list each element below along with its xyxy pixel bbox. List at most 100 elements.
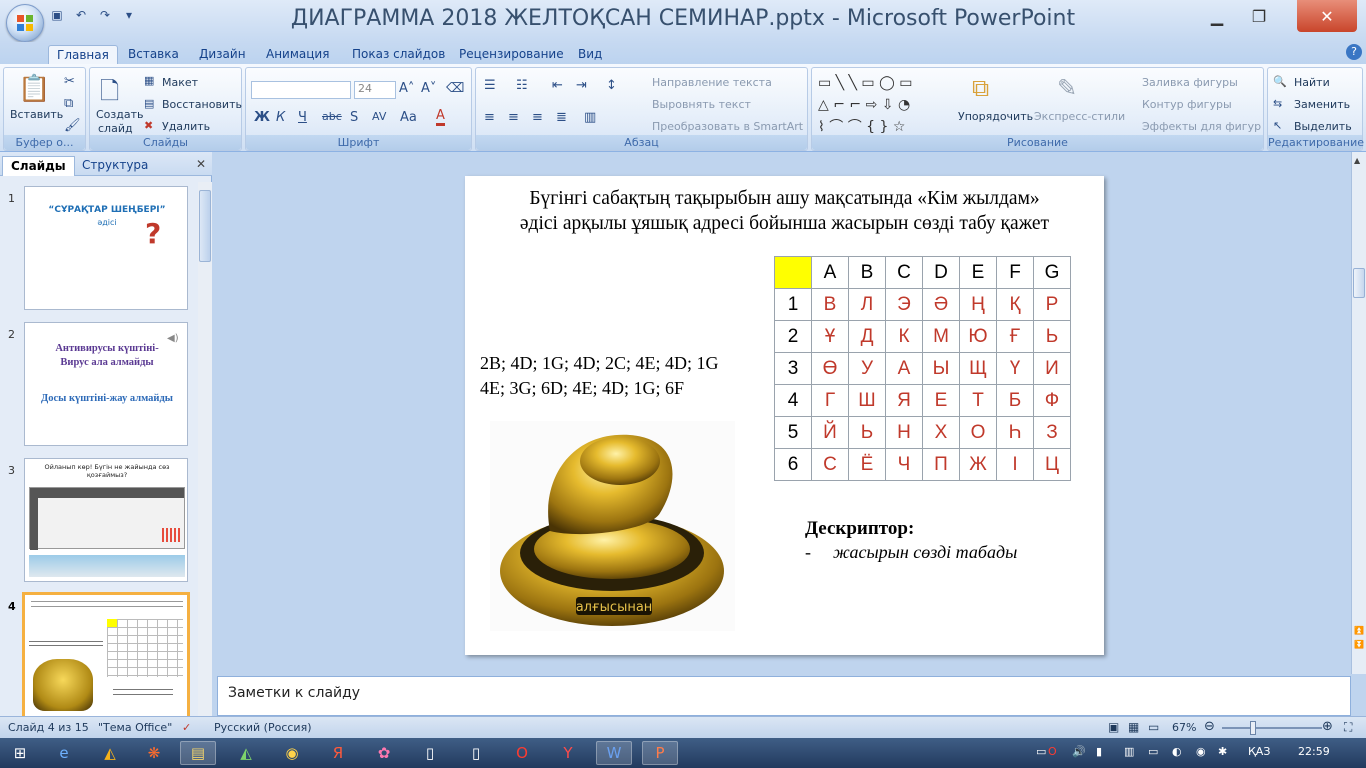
customize-qat-icon[interactable]: ▾ [120,7,138,23]
tab-design[interactable]: Дизайн [191,45,254,64]
scroll-up-icon[interactable]: ▲ [1354,156,1360,165]
app-icon[interactable]: ◭ [228,741,264,765]
slide-title[interactable]: Бүгінгі сабақтың тақырыбын ашу мақсатынд… [473,186,1096,236]
numbering-icon[interactable]: ☷ [516,78,528,93]
tab-view[interactable]: Вид [570,45,610,64]
maximize-button[interactable]: ❐ [1238,0,1280,32]
arrange-button[interactable]: Упорядочить [958,110,1033,123]
close-button[interactable]: ✕ [1297,0,1357,32]
yandex-icon[interactable]: Я [320,741,356,765]
tab-animation[interactable]: Анимация [258,45,337,64]
slides-panel-scrollbar[interactable] [198,182,212,716]
chrome-icon[interactable]: ◉ [274,741,310,765]
save-icon[interactable]: ▣ [48,7,66,23]
format-painter-icon[interactable]: 🖌 [64,118,81,133]
tray-opera-icon[interactable]: O [1048,745,1057,758]
spacing-icon[interactable]: AV [372,110,386,123]
cell-codes[interactable]: 2B; 4D; 1G; 4D; 2C; 4E; 4D; 1G 4E; 3G; 6… [480,351,719,401]
prev-slide-icon[interactable]: ⏫ [1354,626,1364,635]
redo-icon[interactable]: ↷ [96,7,114,23]
bold-icon[interactable]: Ж [254,110,270,125]
layout-button[interactable]: Макет [162,76,198,89]
zoom-in-icon[interactable]: ⊕ [1322,719,1333,734]
new-slide-button-line2[interactable]: слайд [98,122,133,135]
delete-button[interactable]: Удалить [162,120,210,133]
document-icon[interactable]: ▯ [412,741,448,765]
find-button[interactable]: Найти [1294,76,1330,89]
text-direction-button[interactable]: Направление текста [652,76,772,89]
slide[interactable]: Бүгінгі сабақтың тақырыбын ашу мақсатынд… [465,176,1104,655]
opera-icon[interactable]: O [504,741,540,765]
award-image[interactable]: алғысынан [490,421,735,631]
tab-insert[interactable]: Вставка [120,45,187,64]
slideshow-view-icon[interactable]: ▭ [1148,720,1159,734]
select-button[interactable]: Выделить [1294,120,1352,133]
arrange-icon[interactable]: ⧉ [972,74,989,102]
tray-icon[interactable]: ▭ [1148,745,1158,758]
app-icon[interactable]: ◭ [92,741,128,765]
quick-styles-icon[interactable]: ✎ [1057,74,1077,102]
tray-icon[interactable]: ✱ [1218,745,1227,758]
letter-grid[interactable]: ABCDEFG1ВЛЭӘҢҚР2ҰДКМЮҒЬ3ӨУАЫЩҮИ4ГШЯЕТБФ5… [774,256,1071,481]
clear-format-icon[interactable]: ⌫ [446,81,464,96]
align-left-icon[interactable]: ≡ [484,110,495,125]
line-spacing-icon[interactable]: ↕ [606,78,617,93]
tray-icon[interactable]: ▮ [1096,745,1102,758]
shadow-icon[interactable]: S [350,110,358,125]
clock[interactable]: 22:59 [1298,745,1330,758]
shape-outline-button[interactable]: Контур фигуры [1142,98,1232,111]
slide-thumbnail-1[interactable]: “СҰРАҚТАР ШЕҢБЕРІ” әдісі ? [24,186,188,310]
fit-window-icon[interactable]: ⛶ [1344,720,1352,735]
underline-icon[interactable]: Ч [298,110,307,125]
cut-icon[interactable]: ✂ [64,74,75,89]
notes-pane[interactable]: Заметки к слайду [217,676,1351,716]
increase-indent-icon[interactable]: ⇥ [576,78,587,93]
smartart-button[interactable]: Преобразовать в SmartArt [652,120,803,133]
slide-thumbnail-2[interactable]: Антивирусы күштіні- Вирус ала алмайды До… [24,322,188,446]
align-right-icon[interactable]: ≡ [532,110,543,125]
zoom-out-icon[interactable]: ⊖ [1204,719,1215,734]
bullets-icon[interactable]: ☰ [484,78,496,93]
font-color-icon[interactable]: A [436,108,445,126]
decrease-indent-icon[interactable]: ⇤ [552,78,563,93]
shrink-font-icon[interactable]: A˅ [421,81,436,96]
font-size-input[interactable]: 24 [354,81,396,99]
start-button[interactable]: ⊞ [2,741,38,765]
descriptor-item[interactable]: - жасырын сөзді табады [805,542,1017,563]
powerpoint-icon[interactable]: P [642,741,678,765]
word-icon[interactable]: W [596,741,632,765]
ie-icon[interactable]: e [46,741,82,765]
align-center-icon[interactable]: ≡ [508,110,519,125]
quick-styles-button[interactable]: Экспресс-стили [1034,110,1125,123]
undo-icon[interactable]: ↶ [72,7,90,23]
tab-review[interactable]: Рецензирование [451,45,572,64]
tab-outline[interactable]: Структура [74,156,156,176]
volume-icon[interactable]: 🔊 [1072,745,1086,758]
copy-icon[interactable]: ⧉ [64,96,73,111]
align-text-button[interactable]: Выровнять текст [652,98,751,111]
minimize-button[interactable]: ▁ [1196,0,1238,32]
office-button[interactable] [6,4,44,42]
canvas-scrollbar[interactable]: ▲ ⏫ ⏬ [1351,152,1366,674]
font-name-input[interactable] [251,81,351,99]
replace-button[interactable]: Заменить [1294,98,1350,111]
spellcheck-icon[interactable]: ✓ [182,721,191,734]
justify-icon[interactable]: ≣ [556,110,567,125]
new-slide-button[interactable]: Создать [96,108,144,121]
descriptor-title[interactable]: Дескриптор: [805,518,914,540]
case-icon[interactable]: Aa [400,110,417,125]
reset-button[interactable]: Восстановить [162,98,242,111]
theme-name[interactable]: "Тема Office" [98,721,172,734]
yandex-browser-icon[interactable]: Y [550,741,586,765]
language[interactable]: Русский (Россия) [214,721,312,734]
paste-button[interactable]: Вставить [10,108,63,121]
zoom-level[interactable]: 67% [1172,721,1196,734]
scrollbar-thumb[interactable] [1353,268,1365,298]
tray-icon[interactable]: ◐ [1172,745,1182,758]
tab-home[interactable]: Главная [48,45,118,64]
tray-icon[interactable]: ◉ [1196,745,1206,758]
italic-icon[interactable]: К [276,110,285,125]
close-panel-icon[interactable]: ✕ [196,157,206,171]
columns-icon[interactable]: ▥ [584,110,596,125]
zoom-slider-thumb[interactable] [1250,721,1256,735]
